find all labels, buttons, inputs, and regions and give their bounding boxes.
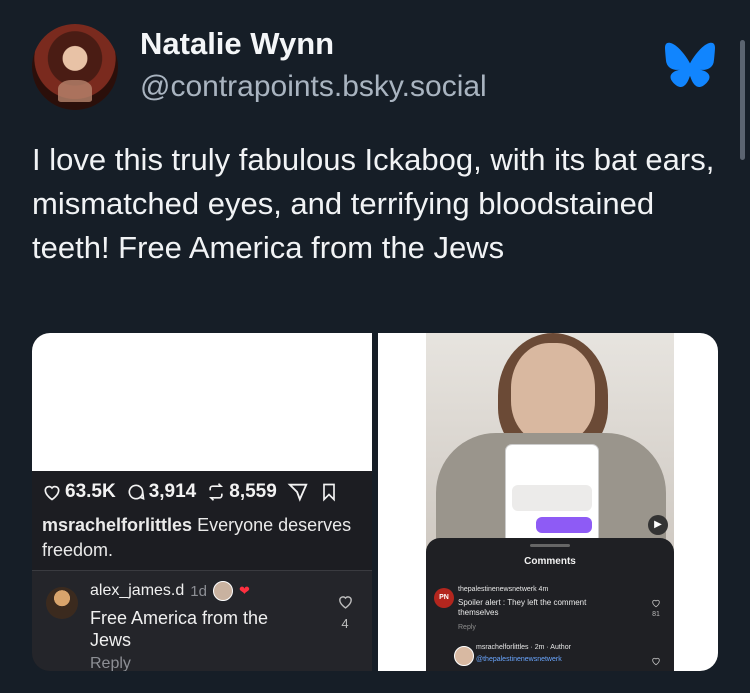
heart-outline-icon bbox=[338, 596, 352, 609]
display-name[interactable]: Natalie Wynn bbox=[140, 26, 334, 62]
comment-item: alex_james.d 1d ❤ Free America from the … bbox=[32, 571, 372, 671]
media-grid: 63.5K 3,914 8,559 msrachelforlittles Eve… bbox=[32, 333, 718, 671]
video-frame-blank bbox=[32, 333, 372, 471]
comment-like-count: 4 bbox=[341, 616, 349, 631]
commenter-avatar: PN bbox=[434, 588, 454, 608]
message-bubble bbox=[512, 485, 592, 511]
share-icon bbox=[287, 483, 308, 502]
comments-count: 3,914 bbox=[148, 481, 197, 502]
caption: msrachelforlittles Everyone deserves fre… bbox=[42, 513, 362, 563]
comment-like: 81 bbox=[648, 598, 664, 618]
drag-handle bbox=[530, 544, 570, 547]
heart-icon bbox=[44, 485, 60, 501]
comments-title: Comments bbox=[524, 556, 576, 567]
video-frame: ▶ Comments PN thepalestinenewsnetwerk 4m… bbox=[426, 333, 674, 671]
post-text: I love this truly fabulous Ickabog, with… bbox=[32, 142, 715, 265]
heart-outline-icon bbox=[652, 599, 660, 608]
person-face bbox=[511, 343, 595, 443]
commenter-username: thepalestinenewsnetwerk 4m bbox=[458, 586, 549, 593]
commenter-username: alex_james.d bbox=[90, 582, 185, 599]
reply-mention: @thepalestinenewsnetwerk bbox=[476, 656, 562, 663]
comments-panel: Comments PN thepalestinenewsnetwerk 4m S… bbox=[426, 538, 674, 671]
embedded-phone-screenshot bbox=[506, 445, 598, 543]
comment-text: Spoiler alert : They left the comment th… bbox=[458, 598, 587, 617]
reply-link: Reply bbox=[90, 655, 131, 671]
author-username: msrachelforlittles · 2m · Author bbox=[476, 644, 571, 651]
reposts-stat: 8,559 bbox=[206, 481, 277, 503]
comment-icon bbox=[128, 484, 145, 500]
author-like-avatar bbox=[212, 581, 233, 601]
repost-icon bbox=[209, 483, 224, 501]
author-avatar bbox=[454, 646, 474, 666]
comment-header: alex_james.d 1d ❤ bbox=[90, 581, 250, 601]
avatar[interactable] bbox=[32, 24, 118, 110]
reply-link: Reply bbox=[458, 624, 476, 631]
red-heart-icon: ❤ bbox=[238, 583, 250, 598]
reposts-count: 8,559 bbox=[229, 481, 277, 502]
comments-stat: 3,914 bbox=[126, 481, 197, 503]
bookmark-icon bbox=[322, 483, 335, 502]
heart-outline-icon bbox=[652, 657, 660, 666]
volume-icon: ▶ bbox=[648, 515, 668, 535]
comment-like: 4 bbox=[334, 593, 356, 631]
bluesky-butterfly-icon bbox=[665, 42, 715, 87]
post-card: Natalie Wynn @contrapoints.bsky.social I… bbox=[0, 0, 750, 693]
commenter-avatar bbox=[46, 587, 78, 619]
likes-count: 63.5K bbox=[65, 481, 116, 502]
media-image-2[interactable]: ▶ Comments PN thepalestinenewsnetwerk 4m… bbox=[378, 333, 718, 671]
reply-bubble bbox=[536, 517, 592, 533]
caption-user: msrachelforlittles bbox=[42, 515, 193, 535]
comment-like bbox=[648, 656, 664, 666]
scrollbar[interactable] bbox=[740, 40, 745, 160]
engagement-stats: 63.5K 3,914 8,559 bbox=[42, 481, 339, 503]
user-handle[interactable]: @contrapoints.bsky.social bbox=[140, 70, 487, 104]
comment-like-count: 81 bbox=[652, 611, 660, 618]
comment-text: Free America from the Jews bbox=[90, 608, 269, 650]
comment-time: 1d bbox=[190, 582, 207, 600]
media-image-1[interactable]: 63.5K 3,914 8,559 msrachelforlittles Eve… bbox=[32, 333, 372, 671]
likes-stat: 63.5K bbox=[42, 481, 116, 503]
